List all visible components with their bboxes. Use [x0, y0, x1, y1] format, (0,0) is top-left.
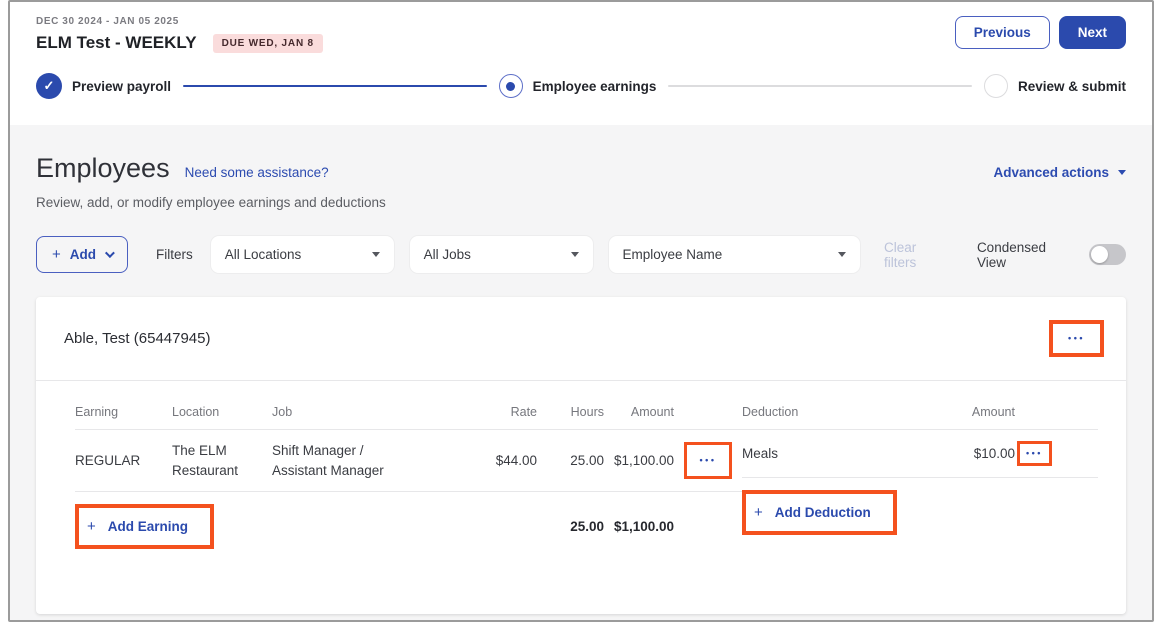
deduction-name: Meals — [742, 444, 925, 464]
col-header-deduction: Deduction — [742, 399, 925, 429]
due-date-badge: DUE WED, JAN 8 — [213, 34, 323, 53]
payroll-title: ELM Test - WEEKLY — [36, 33, 197, 53]
step-label: Employee earnings — [533, 79, 657, 94]
earning-hours: 25.00 — [537, 451, 604, 471]
col-header-deduction-amount: Amount — [925, 399, 1015, 429]
earning-location: The ELM Restaurant — [172, 441, 272, 480]
step-label: Preview payroll — [72, 79, 171, 94]
next-button[interactable]: Next — [1059, 16, 1126, 49]
col-header-hours: Hours — [537, 399, 604, 429]
deduction-amount: $10.00 — [925, 444, 1015, 464]
caret-down-icon — [571, 252, 579, 257]
employee-name: Able, Test (65447945) — [64, 330, 211, 347]
add-earning-button[interactable]: + Add Earning — [87, 518, 188, 535]
earnings-table: Earning Location Job Rate Hours Amount R… — [64, 399, 742, 549]
advanced-actions-dropdown[interactable]: Advanced actions — [993, 165, 1126, 180]
col-header-rate: Rate — [392, 399, 537, 429]
step-preview-payroll[interactable]: ✓ Preview payroll — [36, 73, 171, 99]
employee-card: Able, Test (65447945) ••• Earning Locati… — [36, 297, 1126, 614]
active-step-icon — [499, 74, 523, 98]
chevron-down-icon — [105, 248, 115, 258]
filter-bar: + Add Filters All Locations All Jobs Emp… — [36, 236, 1126, 273]
page-title: Employees — [36, 153, 170, 184]
total-hours: 25.00 — [537, 519, 604, 534]
plus-icon: + — [87, 518, 96, 535]
col-header-earning: Earning — [75, 399, 172, 429]
deduction-row-ellipsis-icon[interactable]: ••• — [1026, 449, 1043, 458]
need-assistance-link[interactable]: Need some assistance? — [185, 165, 329, 180]
annotation-box-add-deduction: + Add Deduction — [742, 490, 897, 535]
plus-icon: + — [754, 504, 763, 521]
filters-label: Filters — [156, 247, 193, 262]
progress-stepper: ✓ Preview payroll Employee earnings Revi… — [36, 73, 1126, 99]
payroll-title-block: DEC 30 2024 - JAN 05 2025 ELM Test - WEE… — [36, 16, 323, 53]
earning-type: REGULAR — [75, 451, 172, 471]
earning-row-ellipsis-icon[interactable]: ••• — [700, 456, 717, 465]
earning-amount: $1,100.00 — [604, 451, 674, 471]
annotation-box-add-earning: + Add Earning — [75, 504, 214, 549]
add-deduction-button[interactable]: + Add Deduction — [754, 504, 871, 521]
card-menu-ellipsis-icon[interactable]: ••• — [1068, 334, 1085, 343]
earning-rate: $44.00 — [392, 451, 537, 471]
employees-section: Employees Need some assistance? Advanced… — [10, 153, 1152, 614]
annotation-box-earning-menu: ••• — [684, 442, 733, 479]
condensed-view-toggle[interactable] — [1089, 244, 1126, 265]
annotation-box-deduction-menu: ••• — [1017, 441, 1052, 466]
caret-down-icon — [372, 252, 380, 257]
total-amount: $1,100.00 — [604, 519, 674, 534]
check-icon: ✓ — [36, 73, 62, 99]
jobs-filter-select[interactable]: All Jobs — [410, 236, 593, 273]
pay-period-dates: DEC 30 2024 - JAN 05 2025 — [36, 16, 323, 27]
section-subtitle: Review, add, or modify employee earnings… — [36, 195, 1126, 210]
plus-icon: + — [52, 246, 61, 263]
deductions-table: Deduction Amount Meals $10.00 ••• — [742, 399, 1098, 549]
previous-button[interactable]: Previous — [955, 16, 1050, 49]
col-header-amount: Amount — [604, 399, 674, 429]
caret-down-icon — [838, 252, 846, 257]
earning-job: Shift Manager / Assistant Manager — [272, 441, 392, 480]
advanced-actions-label: Advanced actions — [993, 165, 1109, 180]
step-label: Review & submit — [1018, 79, 1126, 94]
stepper-connector-completed — [183, 85, 487, 87]
caret-down-icon — [1118, 170, 1126, 175]
step-review-submit[interactable]: Review & submit — [984, 74, 1126, 98]
col-header-job: Job — [272, 399, 392, 429]
earning-row: REGULAR The ELM Restaurant Shift Manager… — [75, 430, 742, 491]
payroll-header: DEC 30 2024 - JAN 05 2025 ELM Test - WEE… — [10, 2, 1152, 125]
location-filter-select[interactable]: All Locations — [211, 236, 394, 273]
add-dropdown-button[interactable]: + Add — [36, 236, 128, 273]
annotation-box-card-menu: ••• — [1049, 320, 1104, 357]
employee-name-filter-select[interactable]: Employee Name — [609, 236, 861, 273]
step-employee-earnings[interactable]: Employee earnings — [499, 74, 657, 98]
stepper-connector-upcoming — [668, 85, 972, 87]
upcoming-step-icon — [984, 74, 1008, 98]
app-window: DEC 30 2024 - JAN 05 2025 ELM Test - WEE… — [8, 0, 1154, 622]
col-header-location: Location — [172, 399, 272, 429]
deduction-row: Meals $10.00 ••• — [742, 430, 1098, 477]
clear-filters-button[interactable]: Clear filters — [884, 240, 951, 270]
condensed-view-label: Condensed View — [977, 240, 1077, 270]
